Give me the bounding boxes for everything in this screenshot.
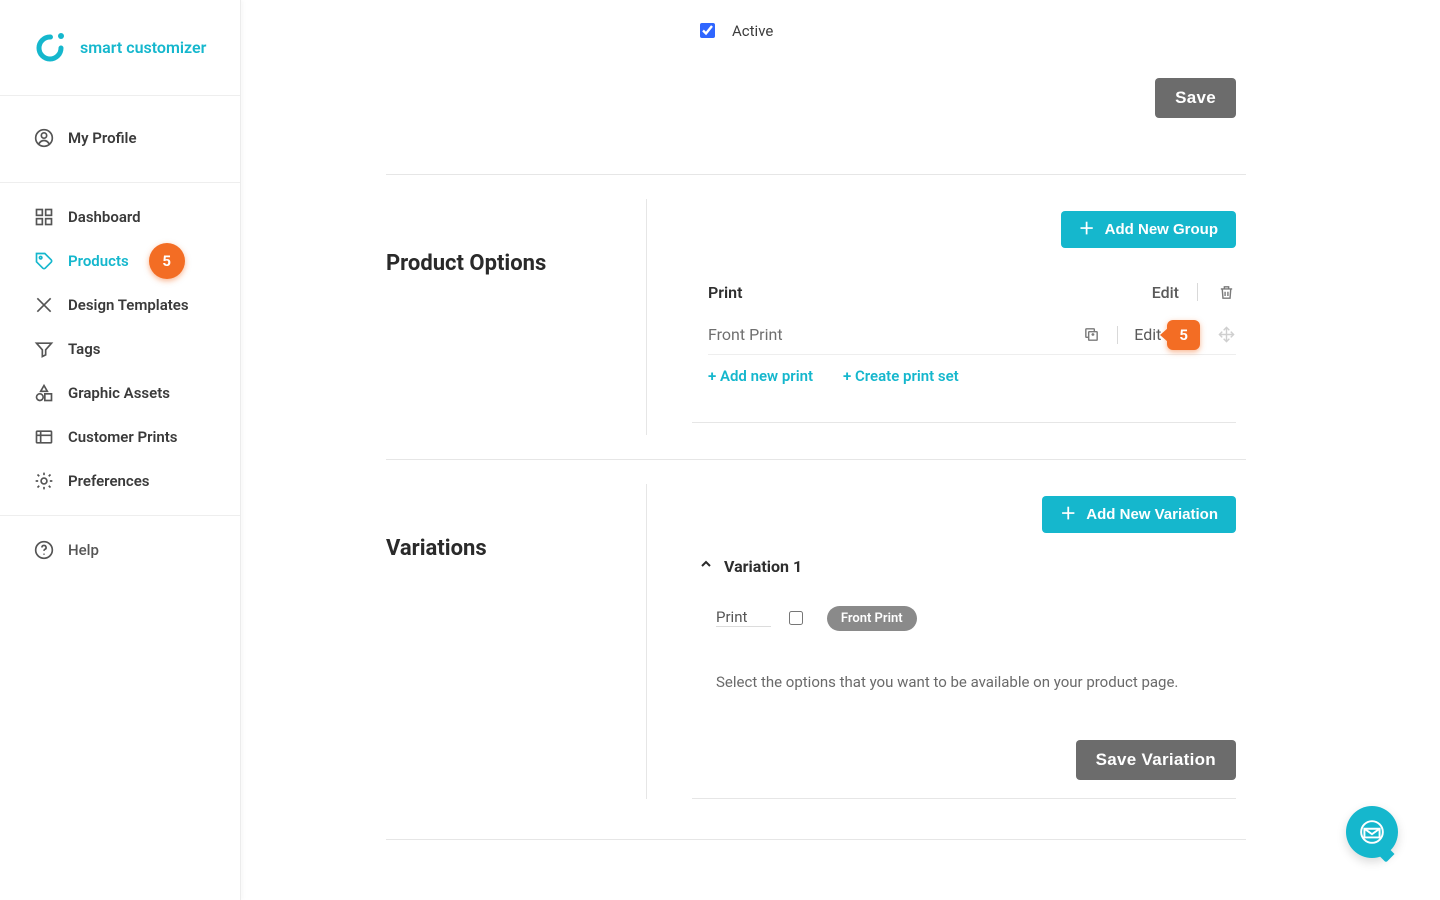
group-edit-link[interactable]: Edit bbox=[1152, 283, 1179, 302]
variation-note: Select the options that you want to be a… bbox=[716, 673, 1236, 691]
separator bbox=[1197, 283, 1198, 301]
logo-icon bbox=[34, 30, 66, 66]
group-actions: Edit bbox=[1152, 282, 1236, 302]
tour-pointer: 5 bbox=[1167, 320, 1200, 350]
group-footer-line bbox=[692, 422, 1236, 423]
sidebar-item-label: Design Templates bbox=[68, 296, 189, 314]
variation-name: Variation 1 bbox=[724, 557, 802, 576]
add-new-variation-button[interactable]: ＋ Add New Variation bbox=[1042, 496, 1236, 533]
divider bbox=[0, 182, 240, 183]
section-top: Active Save bbox=[386, 0, 1246, 175]
add-new-group-button[interactable]: ＋ Add New Group bbox=[1061, 211, 1236, 248]
active-row: Active bbox=[696, 20, 773, 41]
sidebar-item-graphic-assets[interactable]: Graphic Assets bbox=[0, 371, 240, 415]
drag-icon bbox=[1216, 325, 1236, 345]
save-button[interactable]: Save bbox=[1155, 78, 1236, 118]
variation-pill-front-print[interactable]: Front Print bbox=[827, 606, 917, 631]
sidebar-item-tags[interactable]: Tags bbox=[0, 327, 240, 371]
variation-footer-line bbox=[692, 798, 1236, 799]
gear-icon bbox=[34, 471, 54, 491]
brand-text: smart customizer bbox=[80, 38, 206, 57]
funnel-icon bbox=[34, 339, 54, 359]
sidebar-item-profile[interactable]: My Profile bbox=[0, 116, 240, 160]
print-edit[interactable]: Edit 5 bbox=[1134, 320, 1200, 350]
divider bbox=[0, 515, 240, 516]
sidebar: smart customizer My Profile Dashboard Pr… bbox=[0, 0, 241, 900]
chat-fab[interactable] bbox=[1346, 806, 1398, 858]
variation-header[interactable]: Variation 1 bbox=[698, 556, 802, 576]
add-new-print-link[interactable]: + Add new print bbox=[708, 367, 813, 385]
chevron-up-icon bbox=[698, 556, 714, 576]
sidebar-item-label: Graphic Assets bbox=[68, 384, 170, 402]
sidebar-item-label: Dashboard bbox=[68, 208, 141, 226]
dashboard-icon bbox=[34, 207, 54, 227]
print-row-actions: Edit 5 bbox=[1081, 320, 1236, 350]
sidebar-item-help[interactable]: Help bbox=[0, 528, 240, 572]
print-name: Front Print bbox=[708, 325, 783, 344]
variation-print-label: Print bbox=[716, 608, 771, 627]
sidebar-item-label: My Profile bbox=[68, 129, 137, 147]
group-name: Print bbox=[708, 283, 743, 302]
section-variations: Variations ＋ Add New Variation Variation… bbox=[386, 460, 1246, 840]
product-options-title: Product Options bbox=[386, 251, 546, 276]
copy-icon[interactable] bbox=[1081, 325, 1101, 345]
brand-block: smart customizer bbox=[0, 0, 240, 96]
sidebar-item-customer-prints[interactable]: Customer Prints bbox=[0, 415, 240, 459]
question-icon bbox=[34, 540, 54, 560]
group-header: Print Edit bbox=[708, 273, 1236, 311]
split-line bbox=[646, 199, 647, 435]
trash-icon[interactable] bbox=[1216, 282, 1236, 302]
main: Active Save Product Options ＋ Add New Gr… bbox=[241, 0, 1440, 900]
print-row: Front Print Edit 5 bbox=[708, 315, 1236, 355]
content: Active Save Product Options ＋ Add New Gr… bbox=[386, 0, 1246, 840]
prints-icon bbox=[34, 427, 54, 447]
products-badge: 5 bbox=[149, 243, 185, 279]
sidebar-item-label: Tags bbox=[68, 340, 101, 358]
print-edit-label: Edit bbox=[1134, 325, 1161, 344]
variation-body: Print Front Print Select the options tha… bbox=[716, 606, 1236, 691]
mail-icon bbox=[1359, 819, 1385, 845]
sidebar-item-dashboard[interactable]: Dashboard bbox=[0, 195, 240, 239]
plus-icon: ＋ bbox=[1060, 507, 1076, 523]
section-product-options: Product Options ＋ Add New Group Print Ed… bbox=[386, 175, 1246, 460]
variations-title: Variations bbox=[386, 536, 487, 561]
sidebar-item-label: Help bbox=[68, 541, 99, 559]
sidebar-item-label: Preferences bbox=[68, 472, 150, 490]
separator bbox=[1117, 326, 1118, 344]
split-line bbox=[646, 484, 647, 799]
button-label: Add New Variation bbox=[1086, 506, 1218, 523]
sidebar-item-design-templates[interactable]: Design Templates bbox=[0, 283, 240, 327]
plus-icon: ＋ bbox=[1079, 222, 1095, 238]
sidebar-item-label: Products bbox=[68, 252, 129, 270]
sidebar-item-preferences[interactable]: Preferences bbox=[0, 459, 240, 503]
save-variation-button[interactable]: Save Variation bbox=[1076, 740, 1236, 780]
print-sub-actions: + Add new print + Create print set bbox=[708, 367, 959, 385]
button-label: Add New Group bbox=[1105, 221, 1218, 238]
profile-icon bbox=[34, 128, 54, 148]
variation-print-checkbox[interactable] bbox=[789, 611, 803, 625]
tag-icon bbox=[34, 251, 54, 271]
active-checkbox[interactable] bbox=[700, 23, 715, 38]
sidebar-item-label: Customer Prints bbox=[68, 428, 178, 446]
create-print-set-link[interactable]: + Create print set bbox=[843, 367, 959, 385]
shapes-icon bbox=[34, 383, 54, 403]
active-label: Active bbox=[732, 22, 773, 40]
sidebar-item-products[interactable]: Products 5 bbox=[0, 239, 240, 283]
design-icon bbox=[34, 295, 54, 315]
